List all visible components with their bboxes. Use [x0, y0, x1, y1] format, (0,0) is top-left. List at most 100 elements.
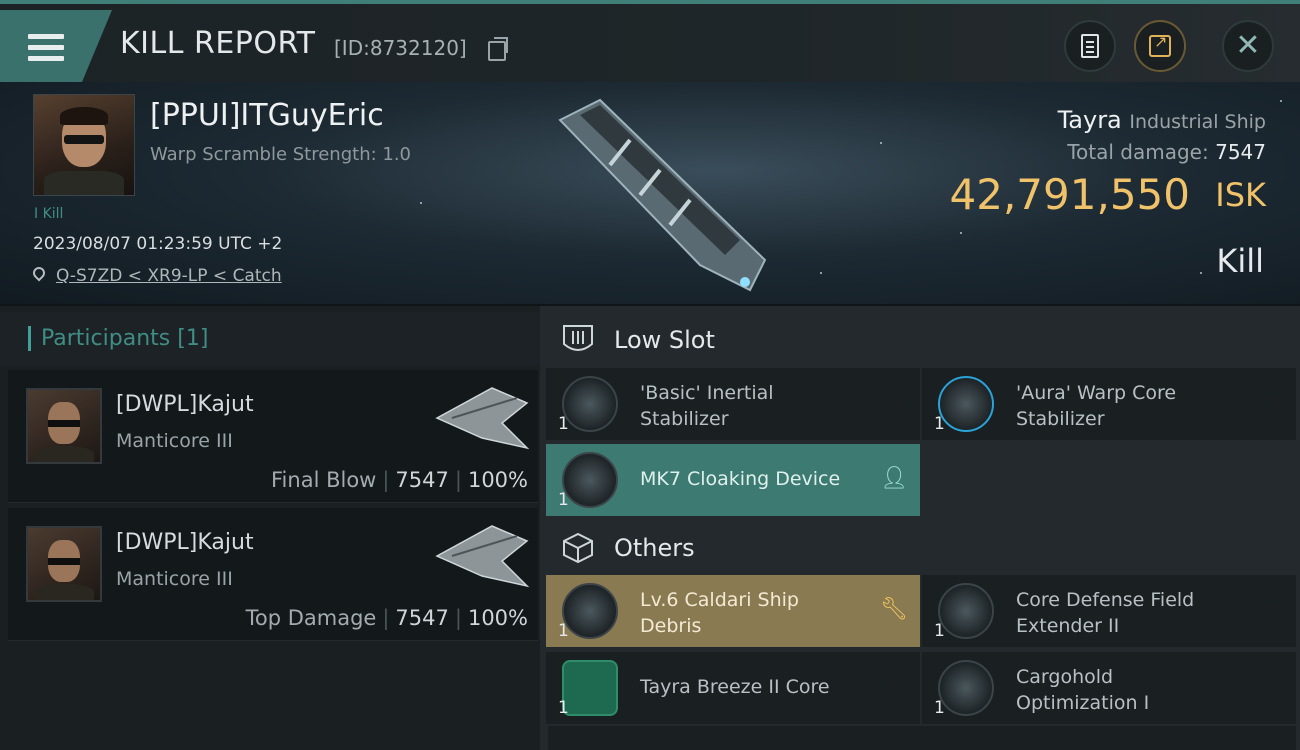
participant-row[interactable]: [DWPL]Kajut Manticore III Top Damage | 754…	[8, 508, 538, 641]
close-icon: ✕	[1235, 28, 1261, 63]
module-quantity: 1	[558, 414, 569, 434]
module-quantity: 1	[558, 698, 569, 718]
module-item-dropped[interactable]: 1 Lv.6 Caldari Ship Debris 🔧︎	[546, 575, 920, 647]
star	[960, 232, 962, 234]
module-item[interactable]: 1 Core Defense Field Extender II ✕	[922, 575, 1296, 647]
victim-summary: [PPUI]ITGuyEric Warp Scramble Strength: …	[0, 82, 1300, 304]
location-pin-icon	[30, 264, 48, 282]
module-name: Cargohold Optimization I	[1016, 666, 1150, 714]
ship-name-text: Tayra	[1057, 106, 1122, 134]
module-quantity: 1	[934, 621, 945, 641]
participants-count: [1]	[177, 326, 209, 351]
person-icon: 👤︎	[880, 466, 908, 491]
separator: |	[454, 468, 462, 492]
kill-location-link[interactable]: Q-S7ZD < XR9-LP < Catch	[56, 266, 282, 286]
module-quantity: 1	[934, 698, 945, 718]
others-cube-icon	[563, 532, 593, 564]
more-items-peek	[548, 726, 1296, 750]
destroyed-x-icon: ✕	[1263, 674, 1284, 702]
breeze-core-icon	[562, 660, 618, 716]
participant-ship: Manticore III	[116, 430, 233, 452]
participant-avatar	[26, 526, 102, 602]
participant-percent: 100%	[467, 468, 528, 492]
destroyed-x-icon: ✕	[887, 674, 908, 702]
destroyed-x-icon: ✕	[1263, 390, 1284, 418]
victim-pilot-name[interactable]: [PPUI]ITGuyEric	[150, 98, 384, 133]
star	[420, 202, 422, 204]
shield-extender-icon	[938, 583, 994, 639]
cloaking-device-icon	[562, 452, 618, 508]
low-slot-title: Low Slot	[614, 326, 715, 354]
participant-avatar	[26, 388, 102, 464]
participant-ship-image	[435, 387, 530, 450]
module-name: 'Aura' Warp Core Stabilizer	[1016, 382, 1177, 430]
victim-ship-name: Tayra Industrial Ship	[1058, 106, 1266, 134]
victim-avatar[interactable]	[33, 94, 135, 196]
module-name: Core Defense Field Extender II	[1016, 589, 1195, 637]
module-name: Lv.6 Caldari Ship Debris	[640, 589, 799, 637]
participant-role: Final Blow	[271, 468, 377, 492]
module-name: Tayra Breeze II Core	[640, 676, 830, 698]
others-title: Others	[614, 534, 695, 562]
star	[1200, 272, 1202, 274]
star	[1280, 100, 1282, 102]
module-item[interactable]: 1 'Basic' Inertial Stabilizer ✕	[546, 368, 920, 440]
copy-icon[interactable]	[488, 37, 508, 61]
participant-damage: 7547	[395, 606, 449, 630]
module-quantity: 1	[934, 414, 945, 434]
menu-button[interactable]	[0, 10, 112, 82]
participant-ship: Manticore III	[116, 568, 233, 590]
participant-stats: Top Damage | 7547 | 100%	[246, 606, 528, 630]
avatar-hair	[60, 107, 108, 125]
participants-label: Participants	[41, 326, 171, 351]
participant-name: [DWPL]Kajut	[116, 530, 254, 555]
module-name: 'Basic' Inertial Stabilizer	[640, 382, 774, 430]
participant-damage: 7547	[395, 468, 449, 492]
page-title: KILL REPORT	[120, 26, 316, 61]
victim-ship-image	[558, 98, 767, 292]
kill-result: Kill	[1216, 242, 1264, 280]
module-quantity: 1	[558, 621, 569, 641]
avatar-glasses	[64, 135, 104, 144]
module-item-dropped[interactable]: 1 MK7 Cloaking Device 👤︎	[546, 444, 920, 516]
close-button[interactable]: ✕	[1222, 20, 1274, 72]
separator: |	[382, 468, 390, 492]
warp-scramble-strength: Warp Scramble Strength: 1.0	[150, 144, 412, 165]
participant-stats: Final Blow | 7547 | 100%	[271, 468, 528, 492]
share-button[interactable]	[1134, 20, 1186, 72]
wrench-icon: 🔧︎	[880, 597, 908, 622]
participant-ship-image	[435, 525, 530, 588]
participants-title: Participants [1]	[28, 326, 208, 351]
menu-icon	[28, 34, 64, 62]
inertial-stabilizer-icon	[562, 376, 618, 432]
ship-debris-icon	[562, 583, 618, 639]
module-item[interactable]: 1 'Aura' Warp Core Stabilizer ✕	[922, 368, 1296, 440]
destroyed-x-icon: ✕	[1263, 597, 1284, 625]
total-damage-value: 7547	[1215, 140, 1266, 164]
participant-role: Top Damage	[245, 606, 377, 630]
module-item[interactable]: 1 Cargohold Optimization I ✕	[922, 652, 1296, 724]
total-damage-label: Total damage:	[1067, 140, 1209, 164]
participant-name: [DWPL]Kajut	[116, 392, 254, 417]
isk-value: 42,791,550	[949, 170, 1190, 219]
report-button[interactable]	[1064, 20, 1116, 72]
ship-class: Industrial Ship	[1129, 111, 1266, 133]
module-item[interactable]: 1 Tayra Breeze II Core ✕	[546, 652, 920, 724]
low-slot-icon	[563, 325, 593, 351]
kill-tag: I Kill	[34, 206, 64, 222]
total-damage: Total damage: 7547	[1067, 140, 1266, 164]
report-id: [ID:8732120]	[334, 36, 467, 60]
warp-core-stabilizer-icon	[938, 376, 994, 432]
clipboard-icon	[1081, 34, 1099, 58]
isk-unit: ISK	[1215, 176, 1266, 214]
star	[820, 272, 822, 274]
participant-percent: 100%	[467, 606, 528, 630]
participant-row[interactable]: [DWPL]Kajut Manticore III Final Blow | 754…	[8, 370, 538, 503]
destroyed-x-icon: ✕	[887, 390, 908, 418]
star	[880, 142, 882, 144]
kill-datetime: 2023/08/07 01:23:59 UTC +2	[33, 234, 283, 254]
share-icon	[1149, 32, 1171, 57]
avatar-suit	[44, 171, 124, 195]
separator: |	[382, 606, 390, 630]
kill-report-header: KILL REPORT [ID:8732120] ✕	[0, 4, 1300, 82]
